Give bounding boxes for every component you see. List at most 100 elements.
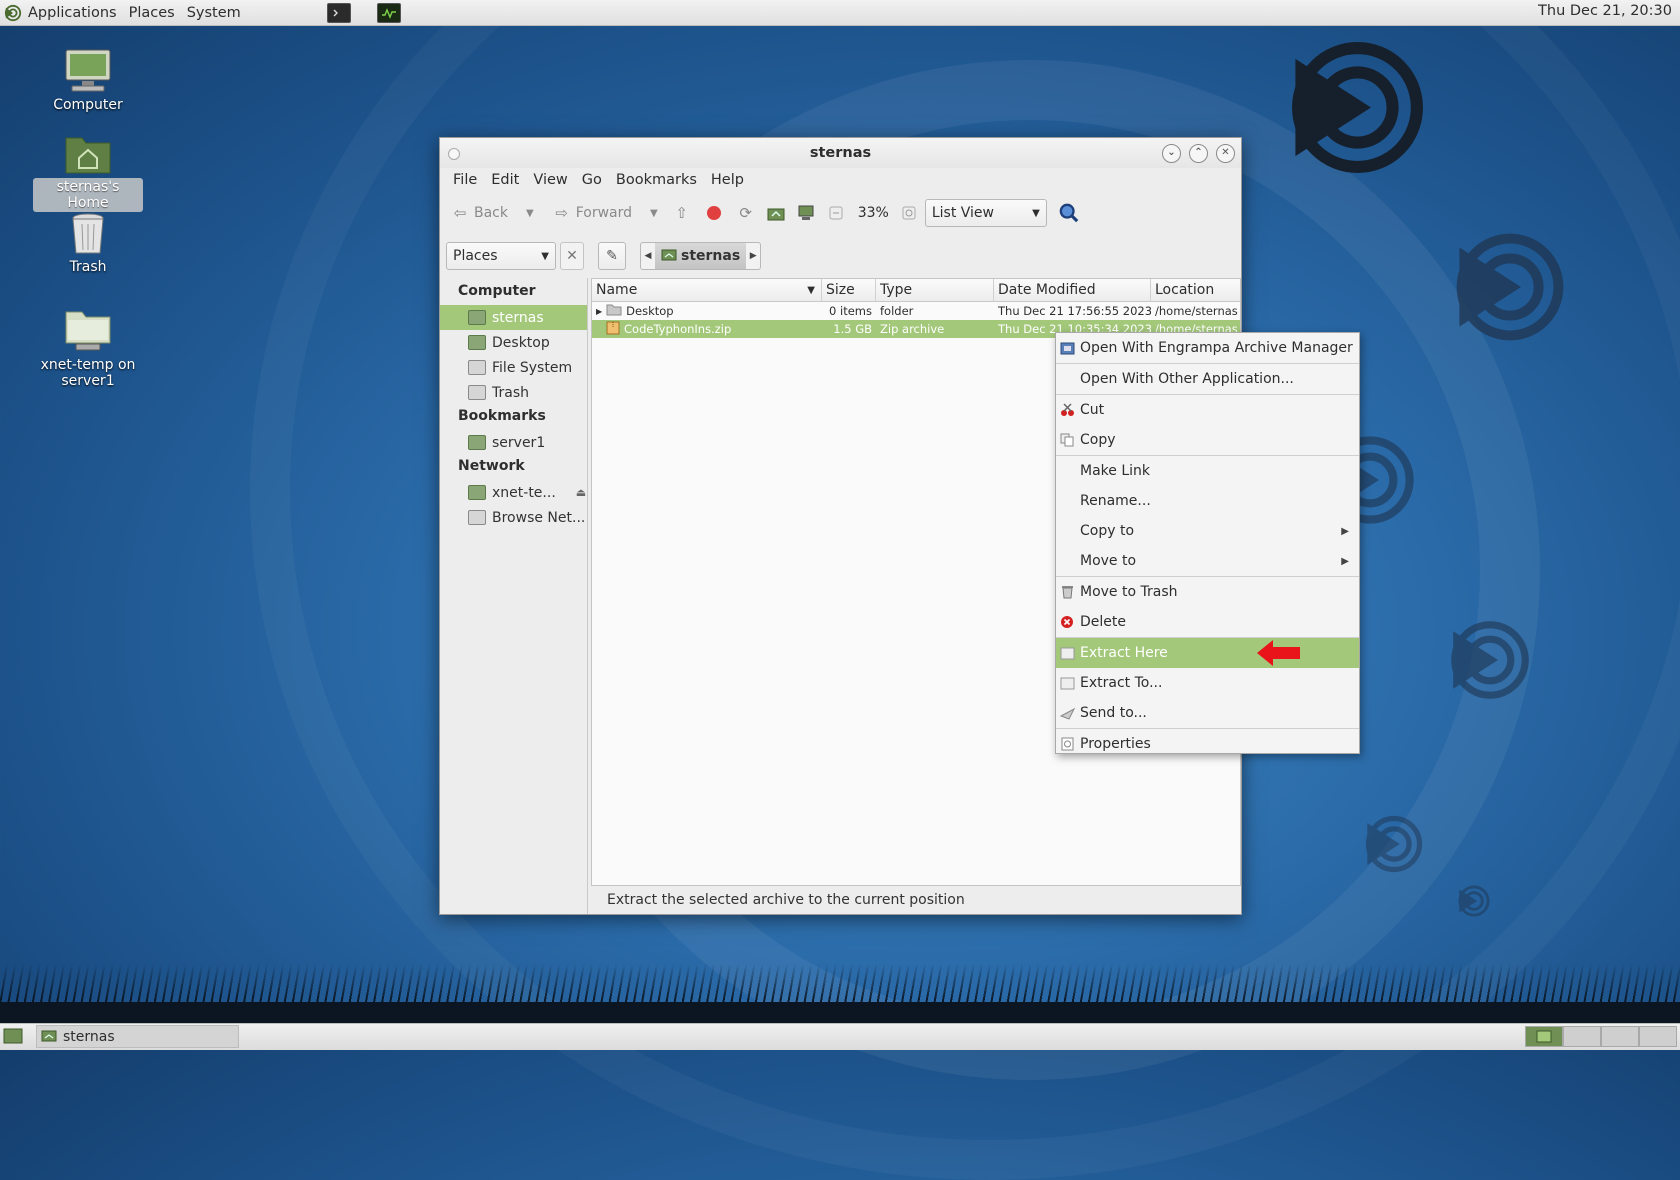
menu-item-open-with-engrampa[interactable]: Open With Engrampa Archive Manager xyxy=(1056,333,1359,363)
zip-archive-icon xyxy=(606,321,620,338)
close-side-pane-icon[interactable]: ✕ xyxy=(560,242,584,270)
menu-item-label: Properties xyxy=(1080,736,1151,752)
menu-item-move-to-trash[interactable]: Move to Trash xyxy=(1056,577,1359,607)
menu-item-properties[interactable]: Properties xyxy=(1056,729,1359,759)
sidebar-item-sternas[interactable]: sternas xyxy=(440,305,587,330)
places-menu[interactable]: Places xyxy=(123,5,181,21)
breadcrumb-label: sternas xyxy=(681,248,741,264)
sidebar-item-label: xnet-te... xyxy=(492,484,556,501)
window-title: sternas xyxy=(809,145,872,161)
desktop-icon-network-share[interactable]: xnet-temp on server1 xyxy=(33,308,143,390)
menu-item-move-to[interactable]: Move to ▶ xyxy=(1056,546,1359,576)
view-mode-select[interactable]: List View ▼ xyxy=(924,199,1047,227)
search-icon[interactable] xyxy=(1059,203,1079,223)
column-label: Location xyxy=(1155,282,1215,298)
table-row[interactable]: ▶ Desktop 0 items folder Thu Dec 21 17:5… xyxy=(592,302,1240,320)
expander-icon[interactable]: ▶ xyxy=(596,307,602,316)
desktop-icon-label: Computer xyxy=(53,97,123,113)
column-date[interactable]: Date Modified xyxy=(994,279,1151,301)
zoom-in-icon[interactable] xyxy=(899,203,919,223)
workspace-1[interactable] xyxy=(1525,1026,1563,1047)
bottom-panel: sternas xyxy=(0,1023,1680,1050)
mate-logo-icon[interactable] xyxy=(4,4,22,22)
menu-bookmarks[interactable]: Bookmarks xyxy=(609,172,704,188)
back-arrow-icon: ⇦ xyxy=(453,204,467,222)
menubar: File Edit View Go Bookmarks Help xyxy=(440,168,1241,192)
side-pane-select[interactable]: Places ▼ xyxy=(446,242,556,270)
file-name: Desktop xyxy=(626,304,674,318)
system-menu[interactable]: System xyxy=(181,5,247,21)
menu-item-delete[interactable]: Delete xyxy=(1056,607,1359,637)
column-size[interactable]: Size xyxy=(822,279,876,301)
sidebar-item-desktop[interactable]: Desktop xyxy=(440,330,587,355)
desktop-icon-home[interactable]: sternas's Home xyxy=(33,130,143,212)
column-type[interactable]: Type xyxy=(876,279,994,301)
workspace-3[interactable] xyxy=(1601,1026,1639,1047)
wallpaper-logo xyxy=(1450,620,1530,700)
toolbar: ⇦ Back ▼ ⇨ Forward ▼ ⇧ ⟳ 33% List View ▼ xyxy=(440,192,1241,234)
menu-help[interactable]: Help xyxy=(704,172,751,188)
sidebar-item-xnet-temp[interactable]: xnet-te... ⏏ xyxy=(440,480,587,505)
taskbar-item-sternas[interactable]: sternas xyxy=(36,1025,239,1048)
sidebar-item-label: sternas xyxy=(492,309,544,326)
eject-icon[interactable]: ⏏ xyxy=(576,486,586,499)
wallpaper-logo xyxy=(1458,885,1490,917)
menu-item-rename[interactable]: Rename... xyxy=(1056,486,1359,516)
minimize-button[interactable]: ⌄ xyxy=(1162,144,1181,163)
workspace-2[interactable] xyxy=(1563,1026,1601,1047)
window-titlebar[interactable]: sternas ⌄ ⌃ ✕ xyxy=(440,138,1241,168)
menu-view[interactable]: View xyxy=(526,172,574,188)
desktop-icon-computer[interactable]: Computer xyxy=(33,48,143,114)
breadcrumb-left-icon[interactable]: ◀ xyxy=(641,251,655,261)
window-menu-icon[interactable] xyxy=(448,148,460,160)
sidebar-heading-computer: Computer xyxy=(458,283,536,299)
menu-item-extract-to[interactable]: Extract To... xyxy=(1056,668,1359,698)
show-desktop-icon[interactable] xyxy=(3,1028,23,1048)
up-arrow-icon[interactable]: ⇧ xyxy=(672,203,692,223)
menu-file[interactable]: File xyxy=(446,172,484,188)
location-toggle-icon[interactable]: ✎ xyxy=(598,242,626,270)
reload-icon[interactable]: ⟳ xyxy=(736,203,756,223)
menu-item-extract-here[interactable]: Extract Here xyxy=(1056,638,1359,668)
sidebar-item-browse-network[interactable]: Browse Net... xyxy=(440,505,587,530)
file-date: Thu Dec 21 17:56:55 2023 xyxy=(998,304,1151,318)
menu-item-cut[interactable]: Cut xyxy=(1056,395,1359,425)
menu-go[interactable]: Go xyxy=(575,172,609,188)
column-location[interactable]: Location xyxy=(1151,279,1240,301)
menu-item-copy-to[interactable]: Copy to ▶ xyxy=(1056,516,1359,546)
sidebar-item-file-system[interactable]: File System xyxy=(440,355,587,380)
home-icon[interactable] xyxy=(766,203,786,223)
maximize-button[interactable]: ⌃ xyxy=(1189,144,1208,163)
close-button[interactable]: ✕ xyxy=(1216,144,1235,163)
side-pane-value: Places xyxy=(453,248,498,264)
menu-item-make-link[interactable]: Make Link xyxy=(1056,456,1359,486)
network-icon xyxy=(468,510,486,525)
zoom-out-icon[interactable] xyxy=(826,203,846,223)
computer-icon[interactable] xyxy=(796,203,816,223)
system-monitor-launcher-icon[interactable] xyxy=(376,2,401,23)
stop-icon[interactable] xyxy=(704,203,724,223)
chevron-down-icon[interactable]: ▼ xyxy=(650,208,658,219)
terminal-launcher-icon[interactable] xyxy=(326,2,351,23)
red-arrow-icon xyxy=(1257,640,1301,670)
zoom-level[interactable]: 33% xyxy=(858,205,889,221)
applications-menu[interactable]: Applications xyxy=(22,5,123,21)
menu-edit[interactable]: Edit xyxy=(484,172,526,188)
breadcrumb-item-sternas[interactable]: sternas xyxy=(655,243,747,269)
chevron-down-icon[interactable]: ▼ xyxy=(526,208,534,219)
sidebar-item-trash[interactable]: Trash xyxy=(440,380,587,405)
menu-item-open-with-other[interactable]: Open With Other Application... xyxy=(1056,364,1359,394)
chevron-down-icon: ▼ xyxy=(541,250,549,262)
desktop-icon-trash[interactable]: Trash xyxy=(33,210,143,276)
sidebar-item-server1[interactable]: server1 xyxy=(440,430,587,455)
column-label: Size xyxy=(826,282,855,298)
back-button[interactable]: ⇦ Back ▼ xyxy=(446,203,538,223)
clock[interactable]: Thu Dec 21, 20:30 xyxy=(1538,3,1672,19)
menu-item-send-to[interactable]: Send to... xyxy=(1056,698,1359,728)
column-name[interactable]: Name ▼ xyxy=(592,279,822,301)
breadcrumb-right-icon[interactable]: ▶ xyxy=(746,251,760,261)
sort-descending-icon: ▼ xyxy=(807,284,815,296)
workspace-4[interactable] xyxy=(1639,1026,1677,1047)
menu-item-copy[interactable]: Copy xyxy=(1056,425,1359,455)
forward-button[interactable]: ⇨ Forward ▼ xyxy=(548,203,662,223)
